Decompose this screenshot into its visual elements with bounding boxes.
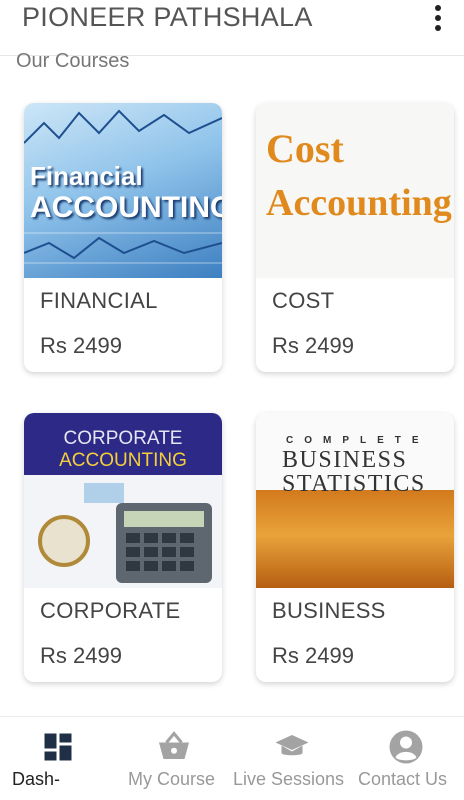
app-title: PIONEER PATHSHALA bbox=[22, 2, 313, 32]
more-options-icon[interactable] bbox=[430, 3, 446, 33]
course-price: Rs 2499 bbox=[40, 333, 122, 358]
section-title: Our Courses bbox=[16, 50, 130, 72]
course-name: BUSINESS bbox=[272, 598, 386, 623]
bottom-navigation: Dash- My Course Live Sessions Contact Us bbox=[0, 716, 464, 800]
graduation-cap-icon bbox=[275, 735, 309, 756]
thumbnail-text: BUSINESS bbox=[282, 447, 408, 473]
course-card-business[interactable]: COMPLETE BUSINESS STATISTICS BUSINESS Rs… bbox=[256, 413, 454, 682]
nav-live-sessions[interactable]: Live Sessions bbox=[232, 717, 348, 800]
thumbnail-text: ACCOUNTING bbox=[30, 191, 222, 224]
course-price: Rs 2499 bbox=[272, 643, 354, 668]
app-bar: PIONEER PATHSHALA bbox=[0, 0, 464, 56]
course-price: Rs 2499 bbox=[40, 643, 122, 668]
basket-icon bbox=[159, 731, 189, 759]
thumbnail-text: Accounting bbox=[266, 182, 452, 224]
course-name: FINANCIAL bbox=[40, 288, 158, 313]
nav-my-course[interactable]: My Course bbox=[124, 717, 224, 800]
account-circle-icon bbox=[389, 730, 423, 764]
nav-dashboard[interactable]: Dash- bbox=[0, 717, 92, 800]
course-price: Rs 2499 bbox=[272, 333, 354, 358]
thumbnail-text: STATISTICS bbox=[282, 471, 426, 497]
nav-label: My Course bbox=[128, 769, 216, 789]
nav-label: Dash- bbox=[12, 769, 61, 789]
dashboard-icon bbox=[44, 733, 72, 761]
course-thumbnail: Financial ACCOUNTING bbox=[24, 103, 222, 278]
thumbnail-text: COMPLETE bbox=[286, 435, 430, 446]
course-thumbnail: CORPORATE ACCOUNTING bbox=[24, 413, 222, 588]
nav-label: Contact Us bbox=[358, 769, 448, 789]
nav-label: Live Sessions bbox=[233, 769, 345, 789]
course-card-financial[interactable]: Financial ACCOUNTING FINANCIAL Rs 2499 bbox=[24, 103, 222, 372]
course-thumbnail: Cost Accounting bbox=[256, 103, 454, 278]
thumbnail-text: Financial bbox=[30, 161, 143, 191]
course-card-corporate[interactable]: CORPORATE ACCOUNTING CORPORATE Rs 2499 bbox=[24, 413, 222, 682]
course-card-cost[interactable]: Cost Accounting COST Rs 2499 bbox=[256, 103, 454, 372]
course-name: COST bbox=[272, 288, 335, 313]
course-name: CORPORATE bbox=[40, 598, 181, 623]
nav-contact-us[interactable]: Contact Us bbox=[356, 717, 460, 800]
course-thumbnail: COMPLETE BUSINESS STATISTICS bbox=[256, 413, 454, 588]
thumbnail-text: Cost bbox=[266, 126, 344, 171]
